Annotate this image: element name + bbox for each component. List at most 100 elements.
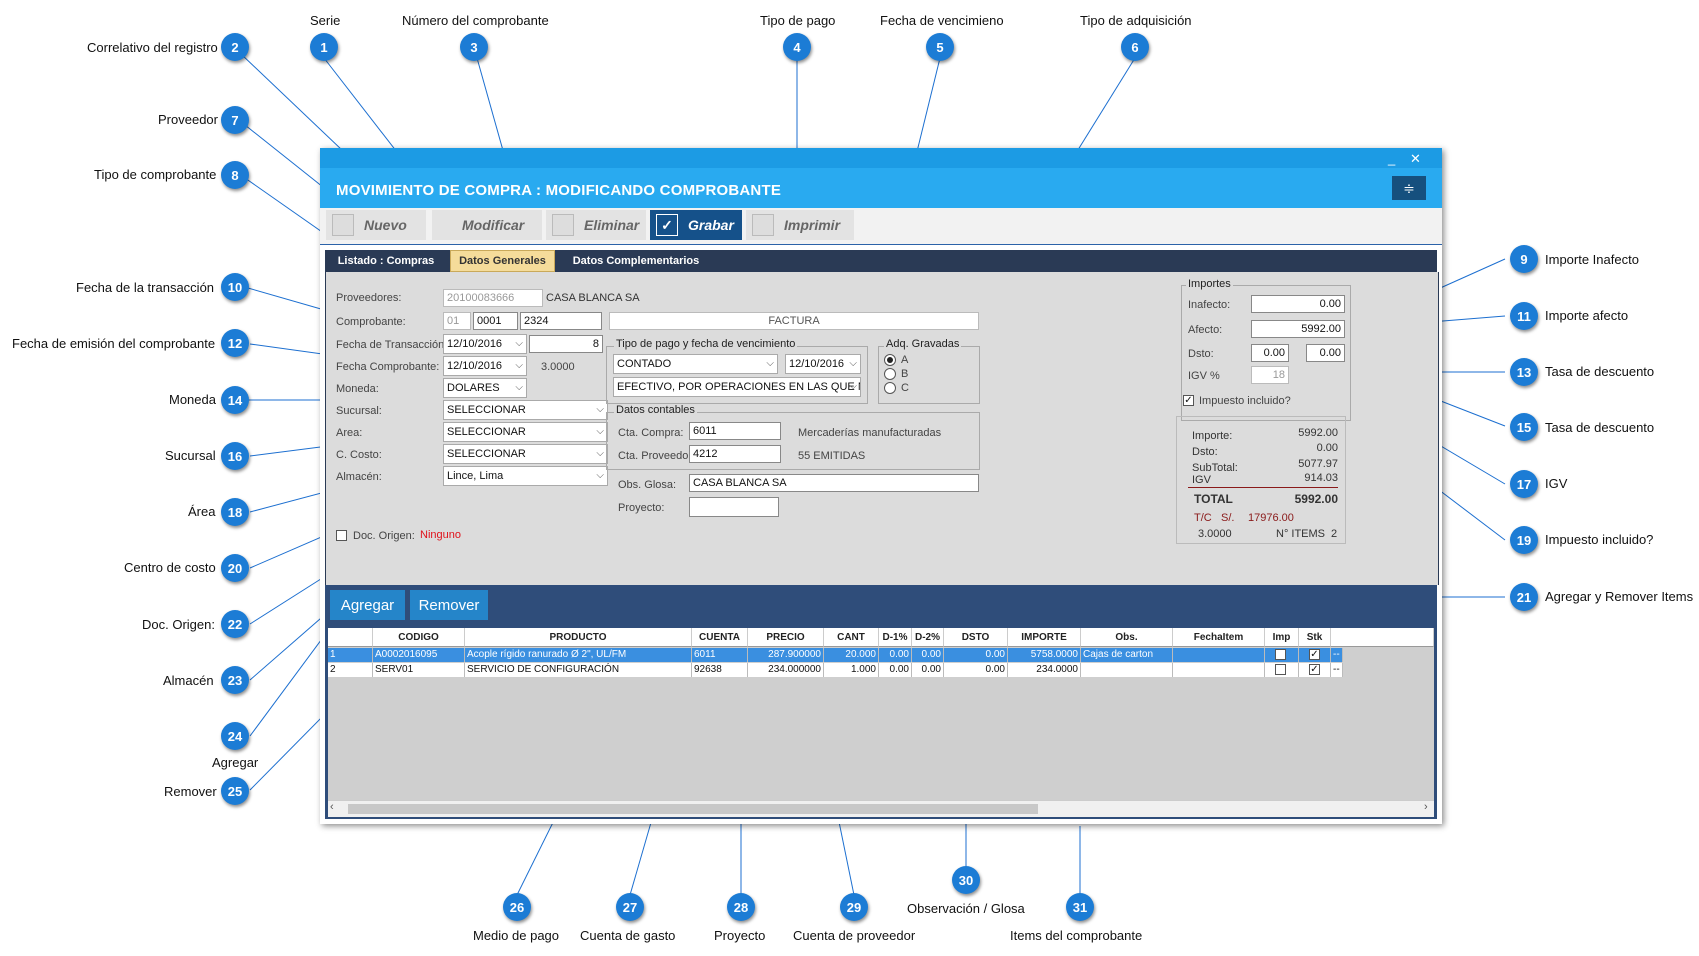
tab-listado[interactable]: Listado : Compras [325,250,447,272]
proveedor-ruc-field[interactable]: 20100083666 [443,289,543,307]
menu-icon[interactable]: ≑ [1392,176,1426,200]
agregar-button[interactable]: Agregar [330,590,405,620]
cta-proveedor-field[interactable]: 4212 [689,445,781,463]
cell-cuenta[interactable]: 6011 [692,648,748,662]
importe-value: 5992.00 [1298,427,1338,439]
proyecto-field[interactable] [689,497,779,517]
col-header-obs[interactable]: Obs. [1081,628,1173,647]
minimize-button[interactable]: _ [1388,151,1395,166]
col-header-d1[interactable]: D-1% [879,628,912,647]
total-label: TOTAL [1194,492,1233,506]
cell-importe[interactable]: 234.0000 [1008,663,1081,677]
cell-cant[interactable]: 20.000 [824,648,879,662]
cell-importe[interactable]: 5758.0000 [1008,648,1081,662]
fecha-comprobante-picker[interactable]: 12/10/2016 ⌵ [443,356,527,376]
adq-radio-b[interactable] [884,368,896,380]
moneda-select[interactable]: DOLARES ⌵ [443,378,527,398]
col-header-importe[interactable]: IMPORTE [1008,628,1081,647]
sucursal-select[interactable]: SELECCIONAR ⌵ [443,400,608,420]
cell-cant[interactable]: 1.000 [824,663,879,677]
col-header-stk[interactable]: Stk [1299,628,1331,647]
col-header-cuenta[interactable]: CUENTA [692,628,748,647]
close-button[interactable]: ✕ [1410,151,1421,167]
cell-fechaitem[interactable] [1173,648,1265,662]
grabar-button[interactable]: ✓ Grabar [650,210,742,240]
scroll-left-icon[interactable]: ‹ [330,801,334,813]
nuevo-button[interactable]: Nuevo [326,210,426,240]
area-select[interactable]: SELECCIONAR ⌵ [443,422,608,442]
callout-label: Proyecto [714,928,766,943]
cell-imp[interactable] [1265,663,1299,677]
col-header-fechaitem[interactable]: FechaItem [1173,628,1265,647]
col-header-precio[interactable]: PRECIO [748,628,824,647]
cell-d1[interactable]: 0.00 [879,648,912,662]
almacen-value: Lince, Lima [447,470,504,482]
tipo-pago-value: CONTADO [617,358,672,370]
tipo-pago-select[interactable]: CONTADO ⌵ [613,354,778,374]
cta-proveedor-label: Cta. Proveedor: [618,450,696,462]
adq-radio-a[interactable] [884,354,896,366]
imp-checkbox[interactable] [1275,664,1286,675]
cell-producto[interactable]: Acople rígido ranurado Ø 2", UL/FM [465,648,692,662]
cell-precio[interactable]: 287.900000 [748,648,824,662]
tipo-comprobante-field[interactable]: 01 [443,312,471,330]
cell-stk[interactable]: ✓ [1299,663,1331,677]
cell-d2[interactable]: 0.00 [912,663,944,677]
imprimir-label: Imprimir [784,217,841,233]
glosa-field[interactable]: CASA BLANCA SA [689,474,979,492]
tab-datos-generales[interactable]: Datos Generales [450,250,555,272]
serie-field[interactable]: 0001 [473,312,518,330]
impuesto-incluido-checkbox[interactable]: ✓ [1183,395,1194,406]
cell-dsto[interactable]: 0.00 [944,648,1008,662]
cell-codigo[interactable]: A0002016095 [373,648,465,662]
callout-badge: 2 [221,33,249,61]
cell-d2[interactable]: 0.00 [912,648,944,662]
col-header-imp[interactable]: Imp [1265,628,1299,647]
fecha-transaccion-picker[interactable]: 12/10/2016 ⌵ [443,334,527,354]
doc-origen-checkbox[interactable] [336,530,347,541]
medio-pago-select[interactable]: EFECTIVO, POR OPERACIONES EN LAS QUE NO ⌵ [613,377,861,397]
cell-producto[interactable]: SERVICIO DE CONFIGURACIÓN [465,663,692,677]
ccosto-select[interactable]: SELECCIONAR ⌵ [443,444,608,464]
callout-label: Agregar y Remover Items [1545,589,1694,604]
col-header-d2[interactable]: D-2% [912,628,944,647]
eliminar-button[interactable]: Eliminar [546,210,646,240]
cell-precio[interactable]: 234.000000 [748,663,824,677]
dsto1-field[interactable]: 0.00 [1251,344,1289,362]
dsto2-field[interactable]: 0.00 [1306,344,1345,362]
cell-imp[interactable] [1265,648,1299,662]
col-header-producto[interactable]: PRODUCTO [465,628,692,647]
cell-obs[interactable]: Cajas de carton [1081,648,1173,662]
col-header-dsto[interactable]: DSTO [944,628,1008,647]
cell-dsto[interactable]: 0.00 [944,663,1008,677]
callout-label: Importe afecto [1545,308,1629,323]
afecto-field[interactable]: 5992.00 [1251,320,1345,338]
horizontal-scrollbar[interactable]: ‹ › [328,800,1434,817]
cell-obs[interactable] [1081,663,1173,677]
cell-d1[interactable]: 0.00 [879,663,912,677]
numero-field[interactable]: 2324 [520,312,602,330]
fecha-vencimiento-picker[interactable]: 12/10/2016 ⌵ [785,354,861,374]
scrollbar-thumb[interactable] [348,804,1038,814]
cell-fechaitem[interactable] [1173,663,1265,677]
almacen-select[interactable]: Lince, Lima ⌵ [443,466,608,486]
stk-checkbox[interactable]: ✓ [1309,649,1320,660]
cell-stk[interactable]: ✓ [1299,648,1331,662]
correlativo-field[interactable]: 8 [529,335,603,353]
imp-checkbox[interactable] [1275,649,1286,660]
stk-checkbox[interactable]: ✓ [1309,664,1320,675]
inafecto-field[interactable]: 0.00 [1251,295,1345,313]
cta-compra-desc: Mercaderías manufacturadas [798,427,942,439]
igv-field[interactable]: 18 [1251,366,1289,384]
cell-cuenta[interactable]: 92638 [692,663,748,677]
col-header-cant[interactable]: CANT [824,628,879,647]
imprimir-button[interactable]: Imprimir [746,210,854,240]
cta-compra-field[interactable]: 6011 [689,422,781,440]
scroll-right-icon[interactable]: › [1424,801,1428,813]
adq-radio-c[interactable] [884,382,896,394]
modificar-button[interactable]: Modificar [432,210,542,240]
tab-datos-complementarios[interactable]: Datos Complementarios [561,250,711,272]
remover-button[interactable]: Remover [410,590,488,620]
cell-codigo[interactable]: SERV01 [373,663,465,677]
col-header-codigo[interactable]: CODIGO [373,628,465,647]
